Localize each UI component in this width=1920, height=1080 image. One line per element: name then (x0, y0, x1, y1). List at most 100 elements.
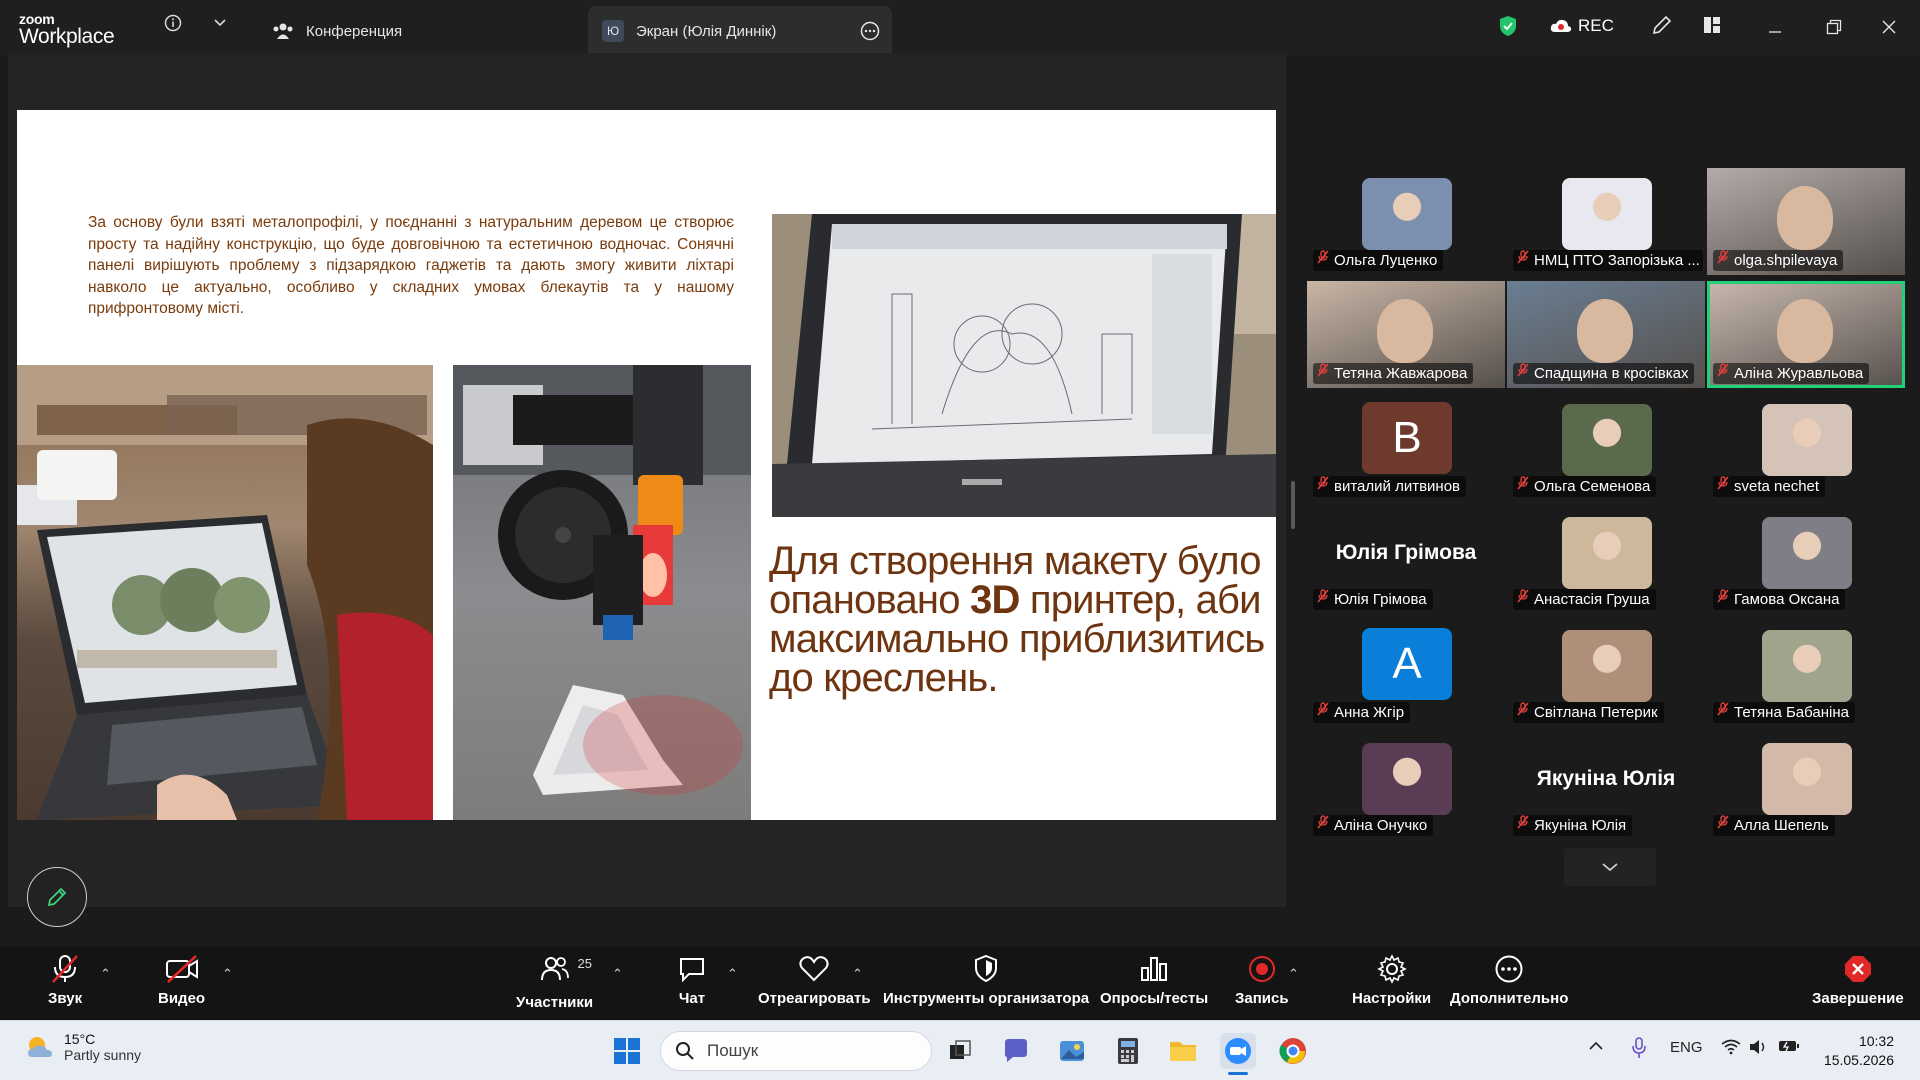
participant-tile[interactable]: Юлія Грімова Юлія Грімова (1307, 507, 1505, 614)
participant-tile[interactable]: А Анна Жгір (1307, 620, 1505, 727)
teams-app[interactable] (998, 1033, 1034, 1069)
muted-mic-icon (1317, 815, 1329, 836)
heart-icon (799, 956, 829, 982)
muted-mic-icon (1517, 702, 1529, 723)
close-icon[interactable] (1881, 19, 1897, 40)
video-button[interactable]: Видео (158, 954, 205, 1007)
more-options-icon[interactable] (860, 21, 880, 45)
participant-tile[interactable]: Тетяна Жавжарова (1307, 281, 1505, 388)
participant-name: виталий литвинов (1334, 478, 1461, 495)
minimize-icon[interactable] (1768, 20, 1782, 41)
participant-tile[interactable]: НМЦ ПТО Запорізька ... (1507, 168, 1705, 275)
participants-button[interactable]: 25 Участники (516, 954, 593, 1011)
participant-name: Алла Шепель (1734, 817, 1829, 834)
meeting-info-icon[interactable] (164, 14, 182, 37)
more-button[interactable]: Дополнительно (1450, 954, 1568, 1007)
gallery-next-page-button[interactable] (1564, 848, 1656, 886)
tab-screen-share[interactable]: Ю Экран (Юлія Диннік) (588, 6, 892, 56)
video-options-caret[interactable]: ⌃ (222, 966, 233, 982)
pencil-icon (47, 887, 67, 907)
participant-tile[interactable]: Світлана Петерик (1507, 620, 1705, 727)
participant-tile[interactable]: Якуніна Юлія Якуніна Юлія (1507, 733, 1705, 840)
zoom-window: zoom Workplace Конференция Ю Экран (Юлія… (0, 0, 1920, 1080)
participant-name: Анастасія Груша (1534, 591, 1650, 608)
chat-button[interactable]: Чат (677, 954, 707, 1007)
participant-name-label: Тетяна Жавжарова (1313, 363, 1474, 384)
annotate-pencil-icon[interactable] (1651, 14, 1673, 41)
battery-icon[interactable] (1778, 1039, 1800, 1057)
file-explorer-app[interactable] (1165, 1033, 1201, 1069)
end-meeting-button[interactable]: Завершение (1812, 954, 1904, 1007)
participant-tile[interactable]: Ввиталий литвинов (1307, 394, 1505, 501)
participant-name-label: Анастасія Груша (1513, 589, 1656, 610)
photos-app[interactable] (1054, 1033, 1090, 1069)
audio-options-caret[interactable]: ⌃ (100, 966, 111, 982)
participant-tile[interactable]: Ольга Луценко (1307, 168, 1505, 275)
participant-avatar (1762, 404, 1852, 476)
layout-icon[interactable] (1703, 16, 1721, 39)
chat-options-caret[interactable]: ⌃ (727, 966, 738, 982)
slide-photo-3d-printer (453, 365, 751, 820)
calculator-app[interactable] (1110, 1033, 1146, 1069)
participant-tile[interactable]: Аліна Онучко (1307, 733, 1505, 840)
taskbar-clock[interactable]: 10:32 15.05.2026 (1824, 1032, 1894, 1070)
participant-tile[interactable]: Спадщина в кросівках (1507, 281, 1705, 388)
participant-tile[interactable]: Аліна Журавльова (1707, 281, 1905, 388)
security-shield-icon[interactable] (1498, 15, 1518, 42)
participant-video-feed (1377, 299, 1433, 363)
polls-button[interactable]: Опросы/тесты (1100, 954, 1208, 1007)
annotate-button[interactable] (27, 867, 87, 927)
splitter-handle[interactable] (1291, 481, 1295, 529)
microphone-tray-icon[interactable] (1632, 1037, 1646, 1063)
participant-tile[interactable]: Анастасія Груша (1507, 507, 1705, 614)
record-icon (1248, 956, 1275, 982)
tray-overflow-icon[interactable] (1588, 1039, 1604, 1056)
participants-icon (540, 957, 569, 981)
participant-tile[interactable]: Гамова Оксана (1707, 507, 1905, 614)
wifi-icon[interactable] (1721, 1039, 1741, 1059)
muted-mic-icon (1517, 363, 1529, 384)
participant-name: Тетяна Жавжарова (1334, 365, 1468, 382)
host-tools-button[interactable]: Инструменты организатора (883, 954, 1089, 1007)
participant-name-label: sveta nechet (1713, 476, 1826, 497)
participant-tile[interactable]: sveta nechet (1707, 394, 1905, 501)
participant-avatar (1362, 178, 1452, 250)
taskbar-search[interactable]: Пошук (660, 1031, 932, 1071)
muted-mic-icon (1717, 815, 1729, 836)
search-icon (676, 1042, 694, 1060)
participant-name-label: Світлана Петерик (1513, 702, 1664, 723)
zoom-app[interactable] (1220, 1033, 1256, 1075)
restore-icon[interactable] (1826, 19, 1842, 40)
participant-letter-avatar: В (1362, 402, 1452, 474)
polls-label: Опросы/тесты (1100, 990, 1209, 1007)
shared-slide: За основу були взяті металопрофілі, у по… (17, 110, 1276, 820)
language-indicator[interactable]: ENG (1670, 1039, 1703, 1056)
recording-indicator[interactable]: REC (1550, 16, 1614, 36)
settings-button[interactable]: Настройки (1352, 954, 1431, 1007)
start-button[interactable] (609, 1033, 645, 1069)
slide-photo-laptop (17, 365, 433, 820)
audio-button[interactable]: Звук (48, 954, 82, 1007)
chevron-down-icon[interactable] (213, 14, 227, 37)
volume-icon[interactable] (1748, 1039, 1768, 1059)
record-button[interactable]: Запись (1235, 954, 1289, 1007)
task-view-app[interactable] (942, 1033, 978, 1069)
participant-name: Аліна Журавльова (1734, 365, 1864, 382)
participant-tile[interactable]: Тетяна Бабаніна (1707, 620, 1905, 727)
chrome-app[interactable] (1275, 1033, 1311, 1069)
react-options-caret[interactable]: ⌃ (852, 966, 863, 982)
muted-mic-icon (1317, 702, 1329, 723)
shield-icon (975, 954, 998, 983)
tab-conference-label: Конференция (306, 22, 403, 40)
participant-tile[interactable]: olga.shpilevaya (1707, 168, 1905, 275)
tab-conference[interactable]: Конференция (272, 6, 402, 56)
participant-name-label: Спадщина в кросівках (1513, 363, 1695, 384)
participants-options-caret[interactable]: ⌃ (612, 966, 623, 982)
participant-tile[interactable]: Ольга Семенова (1507, 394, 1705, 501)
participant-tile[interactable]: Алла Шепель (1707, 733, 1905, 840)
headline-text-bold: 3D (970, 578, 1020, 622)
weather-widget[interactable]: 15°C Partly sunny (24, 1031, 141, 1063)
cloud-record-icon (1550, 19, 1572, 32)
chat-icon (680, 958, 704, 983)
record-options-caret[interactable]: ⌃ (1288, 966, 1299, 982)
